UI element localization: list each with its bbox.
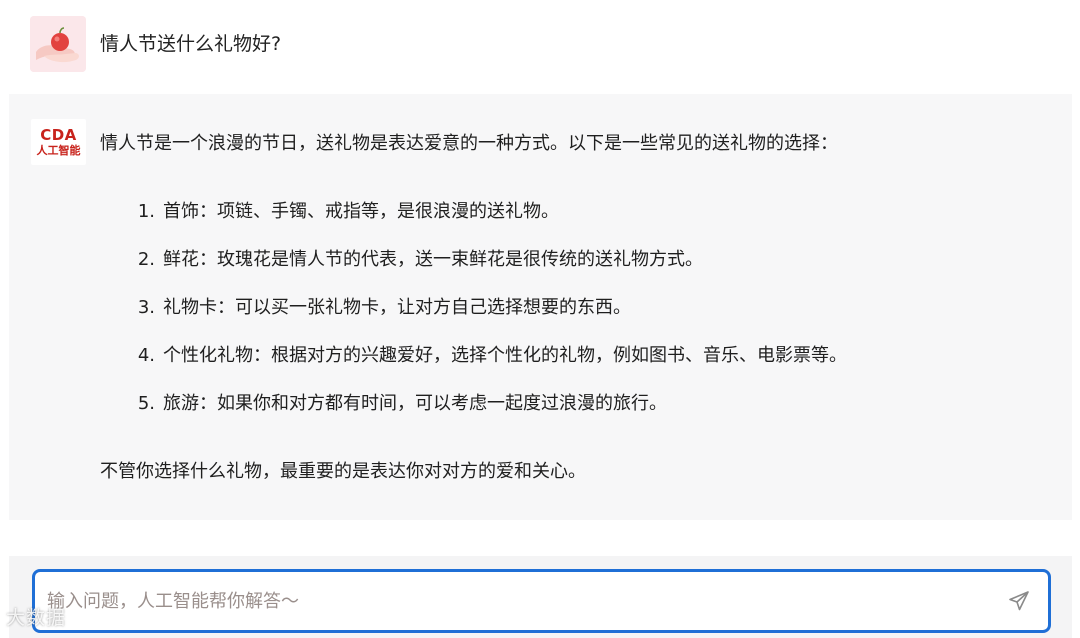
input-area bbox=[9, 556, 1072, 638]
watermark: 大数据 bbox=[6, 607, 67, 629]
send-icon bbox=[1009, 591, 1029, 611]
answer-list: 1. 首饰：项链、手镯、戒指等，是很浪漫的送礼物。 2. 鲜花：玫瑰花是情人节的代表… bbox=[129, 200, 847, 440]
list-item-text: 个性化礼物：根据对方的兴趣爱好，选择个性化的礼物，例如图书、音乐、电影票等。 bbox=[163, 345, 847, 366]
hand-holding-heart-icon bbox=[30, 16, 86, 72]
send-button[interactable] bbox=[1004, 586, 1034, 616]
list-item: 3. 礼物卡：可以买一张礼物卡，让对方自己选择想要的东西。 bbox=[129, 296, 847, 344]
answer-outro: 不管你选择什么礼物，最重要的是表达你对对方的爱和关心。 bbox=[100, 461, 586, 482]
cda-logo-subtext: 人工智能 bbox=[36, 143, 81, 157]
cda-logo-text: CDA bbox=[40, 125, 77, 144]
user-question-text: 情人节送什么礼物好? bbox=[100, 33, 282, 55]
list-item-text: 鲜花：玫瑰花是情人节的代表，送一束鲜花是很传统的送礼物方式。 bbox=[163, 249, 703, 270]
chat-page: 情人节送什么礼物好? CDA 人工智能 情人节是一个浪漫的节日，送礼物是表达爱意… bbox=[0, 0, 1080, 638]
list-item: 2. 鲜花：玫瑰花是情人节的代表，送一束鲜花是很传统的送礼物方式。 bbox=[129, 248, 847, 296]
user-avatar bbox=[30, 16, 86, 72]
list-item-number: 2. bbox=[137, 249, 155, 270]
assistant-message: CDA 人工智能 情人节是一个浪漫的节日，送礼物是表达爱意的一种方式。以下是一些… bbox=[9, 94, 1072, 520]
list-item-number: 3. bbox=[137, 297, 155, 318]
answer-intro: 情人节是一个浪漫的节日，送礼物是表达爱意的一种方式。以下是一些常见的送礼物的选择… bbox=[100, 133, 838, 154]
list-item: 4. 个性化礼物：根据对方的兴趣爱好，选择个性化的礼物，例如图书、音乐、电影票等。 bbox=[129, 344, 847, 392]
list-item-number: 4. bbox=[137, 345, 155, 366]
list-item-number: 5. bbox=[137, 393, 155, 414]
list-item-text: 首饰：项链、手镯、戒指等，是很浪漫的送礼物。 bbox=[163, 201, 559, 222]
question-input[interactable] bbox=[47, 586, 987, 616]
list-item-text: 旅游：如果你和对方都有时间，可以考虑一起度过浪漫的旅行。 bbox=[163, 393, 667, 414]
question-input-box[interactable] bbox=[32, 569, 1051, 633]
list-item-number: 1. bbox=[137, 201, 155, 222]
list-item: 5. 旅游：如果你和对方都有时间，可以考虑一起度过浪漫的旅行。 bbox=[129, 392, 847, 440]
list-item-text: 礼物卡：可以买一张礼物卡，让对方自己选择想要的东西。 bbox=[163, 297, 631, 318]
assistant-avatar: CDA 人工智能 bbox=[31, 119, 86, 165]
list-item: 1. 首饰：项链、手镯、戒指等，是很浪漫的送礼物。 bbox=[129, 200, 847, 248]
user-message: 情人节送什么礼物好? bbox=[30, 16, 281, 72]
